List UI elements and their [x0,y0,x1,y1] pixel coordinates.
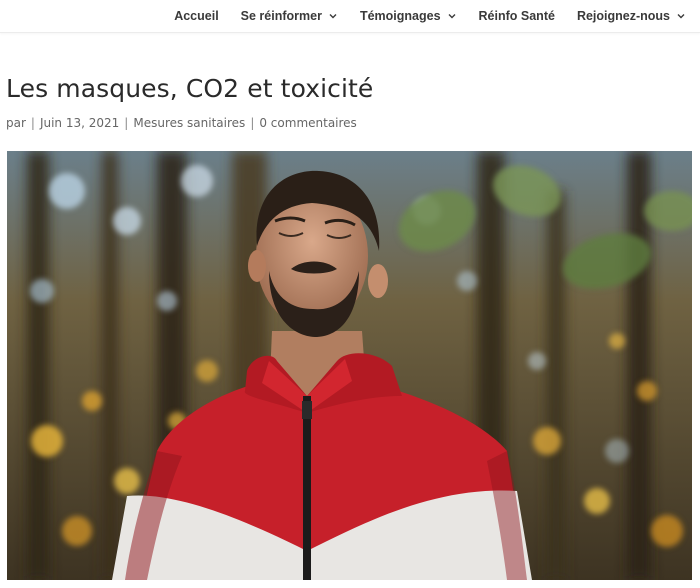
featured-image [7,151,692,580]
meta-separator: | [124,116,129,130]
meta-comments-link[interactable]: 0 commentaires [259,116,356,130]
meta-separator: | [30,116,35,130]
nav-item-label: Témoignages [359,8,441,23]
featured-photo-man-breathing-forest [7,151,692,580]
site-header: Accueil Se réinformer Témoignages Réinfo… [0,0,700,33]
post-title: Les masques, CO2 et toxicité [6,74,374,103]
nav-item-reinfo-sante[interactable]: Réinfo Santé [479,9,555,23]
nav-item-label: Se réinformer [240,8,322,23]
post-meta: par | Juin 13, 2021 | Mesures sanitaires | 0 c… [6,116,357,130]
main-navigation: Accueil Se réinformer Témoignages Réinfo… [152,0,686,31]
nav-item-label: Réinfo Santé [478,8,555,23]
chevron-down-icon [329,13,337,18]
chevron-down-icon [677,13,685,18]
nav-item-accueil[interactable]: Accueil [174,9,218,23]
nav-item-label: Accueil [174,8,219,23]
meta-date: Juin 13, 2021 [39,116,120,130]
nav-item-label: Rejoignez-nous [576,8,670,23]
meta-author-prefix: par [6,116,26,130]
meta-separator: | [250,116,255,130]
nav-item-se-reinformer[interactable]: Se réinformer [241,9,338,23]
chevron-down-icon [448,13,456,18]
nav-item-temoignages[interactable]: Témoignages [360,9,457,23]
meta-category-link[interactable]: Mesures sanitaires [133,116,245,130]
nav-item-rejoignez-nous[interactable]: Rejoignez-nous [577,9,686,23]
